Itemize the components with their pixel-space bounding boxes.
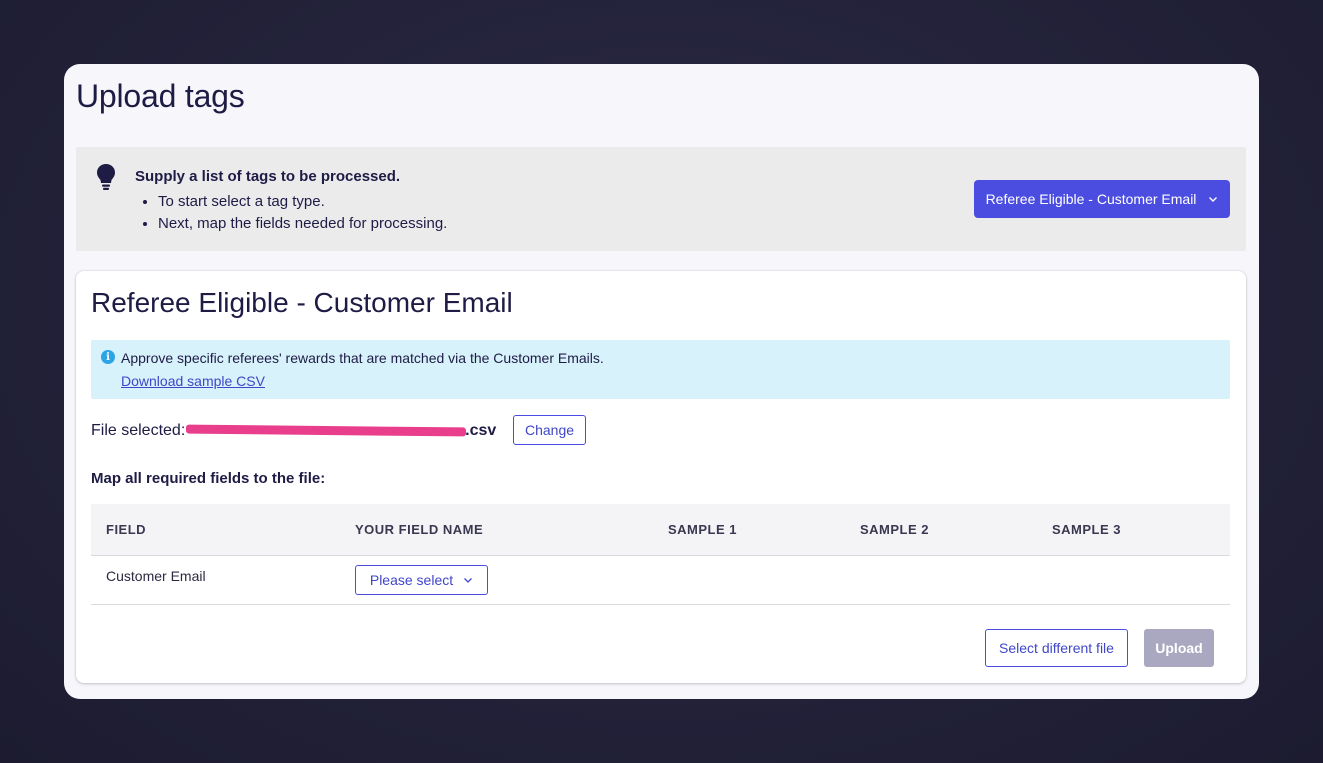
- download-sample-csv-link[interactable]: Download sample CSV: [121, 373, 265, 389]
- instruction-step: Next, map the fields needed for processi…: [158, 213, 447, 235]
- select-different-file-button[interactable]: Select different file: [985, 629, 1128, 667]
- tag-type-label: Referee Eligible - Customer Email: [985, 191, 1197, 207]
- info-alert: i Approve specific referees' rewards tha…: [91, 340, 1230, 399]
- upload-button[interactable]: Upload: [1144, 629, 1214, 667]
- instructions-list: To start select a tag type. Next, map th…: [158, 191, 447, 235]
- redaction-mark: [186, 424, 467, 437]
- field-name-select[interactable]: Please select: [355, 565, 488, 595]
- column-header-sample-3: SAMPLE 3: [1052, 522, 1122, 537]
- file-selected-label: File selected:: [91, 422, 186, 439]
- chevron-down-icon: [1209, 197, 1218, 202]
- column-header-sample-2: SAMPLE 2: [860, 522, 930, 537]
- column-header-field: FIELD: [106, 522, 147, 537]
- alert-text: Approve specific referees' rewards that …: [121, 350, 604, 366]
- map-fields-heading: Map all required fields to the file:: [91, 470, 326, 487]
- instruction-step: To start select a tag type.: [158, 191, 447, 213]
- instructions-panel: Supply a list of tags to be processed. T…: [76, 147, 1246, 251]
- chevron-down-icon: [464, 578, 473, 583]
- field-name-cell: Customer Email: [106, 568, 206, 584]
- card-title: Referee Eligible - Customer Email: [91, 287, 513, 318]
- file-selected-row: File selected: ….csv: [91, 421, 496, 441]
- info-icon: i: [101, 350, 115, 364]
- table-row: Customer Email Please select: [91, 556, 1230, 605]
- select-placeholder: Please select: [369, 572, 454, 588]
- page-title: Upload tags: [76, 78, 245, 114]
- field-mapping-table: FIELD YOUR FIELD NAME SAMPLE 1 SAMPLE 2 …: [91, 504, 1230, 605]
- column-header-sample-1: SAMPLE 1: [668, 522, 738, 537]
- table-header: FIELD YOUR FIELD NAME SAMPLE 1 SAMPLE 2 …: [91, 504, 1230, 556]
- column-header-your-field-name: YOUR FIELD NAME: [355, 522, 484, 537]
- upload-tags-window: Upload tags Supply a list of tags to be …: [64, 64, 1259, 699]
- change-file-button[interactable]: Change: [513, 415, 586, 445]
- lightbulb-icon: [97, 164, 115, 190]
- file-name: ….csv: [186, 422, 496, 440]
- tag-type-dropdown[interactable]: Referee Eligible - Customer Email: [974, 180, 1230, 218]
- tag-type-card: Referee Eligible - Customer Email i Appr…: [76, 271, 1246, 683]
- instructions-heading: Supply a list of tags to be processed.: [135, 168, 401, 185]
